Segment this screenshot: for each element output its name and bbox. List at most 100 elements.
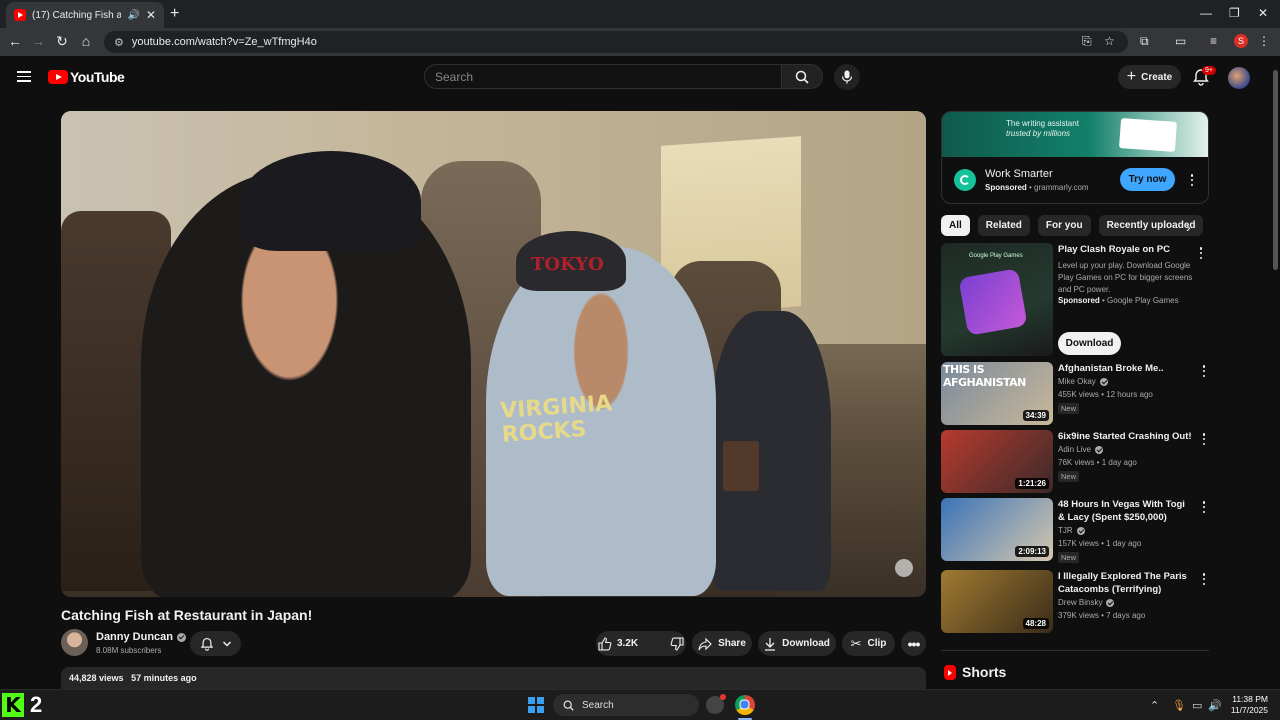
speaker-icon[interactable]: 🔊 (127, 10, 139, 21)
ad2-download-button[interactable]: Download (1058, 332, 1121, 355)
video-title[interactable]: I Illegally Explored The Paris Catacombs… (1058, 570, 1193, 596)
ad-title[interactable]: Work Smarter (985, 168, 1053, 180)
section-divider (941, 650, 1209, 651)
shorts-section-header[interactable]: Shorts (944, 664, 1006, 680)
new-badge: New (1058, 403, 1080, 414)
channel-avatar[interactable] (61, 629, 88, 656)
recommendation-item[interactable]: 2:09:13 48 Hours In Vegas With Togi & La… (941, 498, 1209, 563)
video-duration: 1:21:26 (1015, 478, 1049, 489)
dislike-button[interactable] (660, 631, 694, 656)
volume-icon[interactable]: 🔊 (1208, 699, 1222, 712)
video-channel[interactable]: TJR (1058, 526, 1085, 535)
video-player[interactable]: TOKYO VIRGINIA ROCKS (61, 111, 926, 597)
video-channel[interactable]: Mike Okay (1058, 377, 1108, 386)
chevron-right-icon[interactable]: › (1186, 219, 1191, 235)
chevron-down-icon (222, 640, 231, 647)
profile-avatar[interactable]: S (1234, 34, 1248, 48)
chip-for-you[interactable]: For you (1037, 215, 1091, 236)
notification-badge: 9+ (1202, 66, 1216, 75)
more-icon[interactable] (1199, 432, 1209, 446)
recommendation-item[interactable]: 48:28 I Illegally Explored The Paris Cat… (941, 570, 1209, 633)
create-button[interactable]: + Create (1118, 65, 1181, 89)
media-control-icon[interactable]: ≡ (1210, 34, 1217, 48)
tray-overflow-icon[interactable]: ⌃ (1150, 699, 1159, 712)
close-window-button[interactable]: ✕ (1258, 6, 1268, 20)
account-avatar[interactable] (1228, 67, 1250, 89)
video-channel[interactable]: Adin Live (1058, 445, 1103, 454)
download-icon (765, 637, 776, 651)
search-button[interactable] (781, 64, 823, 89)
drink-cup (723, 441, 759, 491)
restore-button[interactable]: ❐ (1229, 6, 1240, 20)
new-tab-button[interactable]: + (170, 5, 179, 23)
page-scrollbar[interactable] (1271, 60, 1280, 692)
ad-banner[interactable]: The writing assistant trusted by million… (942, 112, 1208, 157)
back-button[interactable]: ← (6, 33, 24, 49)
share-button[interactable]: Share (692, 631, 752, 656)
ad2-more-icon[interactable] (1196, 246, 1206, 260)
hoodie-text: VIRGINIA ROCKS (499, 391, 613, 448)
close-tab-icon[interactable]: ✕ (146, 8, 156, 22)
video-title[interactable]: Afghanistan Broke Me.. (1058, 362, 1193, 375)
ad2-title[interactable]: Play Clash Royale on PC (1058, 243, 1193, 256)
recommendation-item[interactable]: 1:21:26 6ix9ine Started Crashing Out! Ad… (941, 430, 1209, 493)
subscription-notifications-button[interactable] (190, 631, 241, 656)
ad-thumbnail[interactable]: Google Play Games (941, 243, 1053, 356)
split-view-icon[interactable]: ▭ (1175, 34, 1186, 48)
sponsored-ad-card[interactable]: The writing assistant trusted by million… (941, 111, 1209, 204)
video-meta: 379K views • 7 days ago (1058, 611, 1146, 620)
video-channel[interactable]: Drew Binsky (1058, 598, 1115, 607)
network-icon[interactable]: ▭ (1192, 699, 1202, 712)
video-title[interactable]: 6ix9ine Started Crashing Out! (1058, 430, 1193, 443)
forward-button[interactable]: → (29, 33, 47, 49)
like-button[interactable]: 3.2K (588, 631, 648, 656)
taskbar-search[interactable]: Search (553, 694, 699, 716)
more-icon[interactable] (1199, 500, 1209, 514)
menu-icon[interactable] (17, 71, 31, 82)
system-clock[interactable]: 11:38 PM 11/7/2025 (1228, 694, 1268, 716)
site-info-icon[interactable]: ⚙ (114, 36, 124, 49)
search-box (424, 64, 782, 89)
youtube-logo[interactable]: YouTube (48, 69, 125, 85)
minimize-button[interactable]: — (1200, 6, 1212, 20)
video-thumbnail[interactable]: 48:28 (941, 570, 1053, 633)
address-bar[interactable]: ⚙ youtube.com/watch?v=Ze_wTfmgH4o ⎘ ☆ (104, 31, 1128, 53)
sponsored-recommendation[interactable]: Google Play Games Play Clash Royale on P… (941, 243, 1209, 358)
windows-taskbar: K 2 Search ⌃ 🎙 ▭ 🔊 11:38 PM 11/7/2025 (0, 689, 1280, 720)
chip-all[interactable]: All (941, 215, 970, 236)
channel-watermark-icon[interactable] (895, 559, 913, 577)
video-meta: 157K views • 1 day ago (1058, 539, 1142, 548)
more-actions-button[interactable]: ••• (901, 631, 926, 656)
browser-toolbar: ← → ↻ ⌂ ⚙ youtube.com/watch?v=Ze_wTfmgH4… (0, 28, 1280, 56)
home-button[interactable]: ⌂ (77, 33, 95, 49)
taskbar-app-icon[interactable] (706, 694, 726, 714)
video-title[interactable]: 48 Hours In Vegas With Togi & Lacy (Spen… (1058, 498, 1193, 524)
search-input[interactable] (435, 69, 781, 84)
more-icon[interactable] (1199, 572, 1209, 586)
more-icon[interactable] (1199, 364, 1209, 378)
extensions-icon[interactable]: ⧉ (1140, 34, 1149, 49)
channel-name[interactable]: Danny Duncan (96, 631, 187, 643)
bookmark-star-icon[interactable]: ☆ (1104, 34, 1115, 48)
recommendation-item[interactable]: THIS IS AFGHANISTAN 34:39 Afghanistan Br… (941, 362, 1209, 425)
kick-app-icon[interactable]: K (2, 693, 24, 717)
windows-start-icon[interactable] (528, 697, 544, 713)
microphone-tray-icon[interactable]: 🎙 (1172, 699, 1186, 712)
video-thumbnail[interactable]: 1:21:26 (941, 430, 1053, 493)
voice-search-button[interactable] (834, 64, 860, 90)
shorts-logo-icon (944, 664, 956, 680)
browser-tab[interactable]: (17) Catching Fish at Restaurant in Japa… (6, 2, 164, 28)
install-app-icon[interactable]: ⎘ (1082, 34, 1092, 49)
reload-button[interactable]: ↻ (53, 33, 71, 50)
chip-related[interactable]: Related (977, 215, 1030, 236)
video-thumbnail[interactable]: 2:09:13 (941, 498, 1053, 561)
scrollbar-thumb[interactable] (1273, 70, 1278, 270)
chrome-taskbar-icon[interactable] (735, 695, 755, 715)
ad-more-icon[interactable] (1187, 173, 1197, 187)
ad-try-now-button[interactable]: Try now (1120, 168, 1175, 191)
download-button[interactable]: Download (758, 631, 836, 656)
chrome-menu-icon[interactable]: ⋮ (1258, 34, 1270, 48)
video-thumbnail[interactable]: THIS IS AFGHANISTAN 34:39 (941, 362, 1053, 425)
clip-button[interactable]: ✂ Clip (842, 631, 895, 656)
description-box[interactable]: 44,828 views 57 minutes ago (61, 667, 926, 691)
